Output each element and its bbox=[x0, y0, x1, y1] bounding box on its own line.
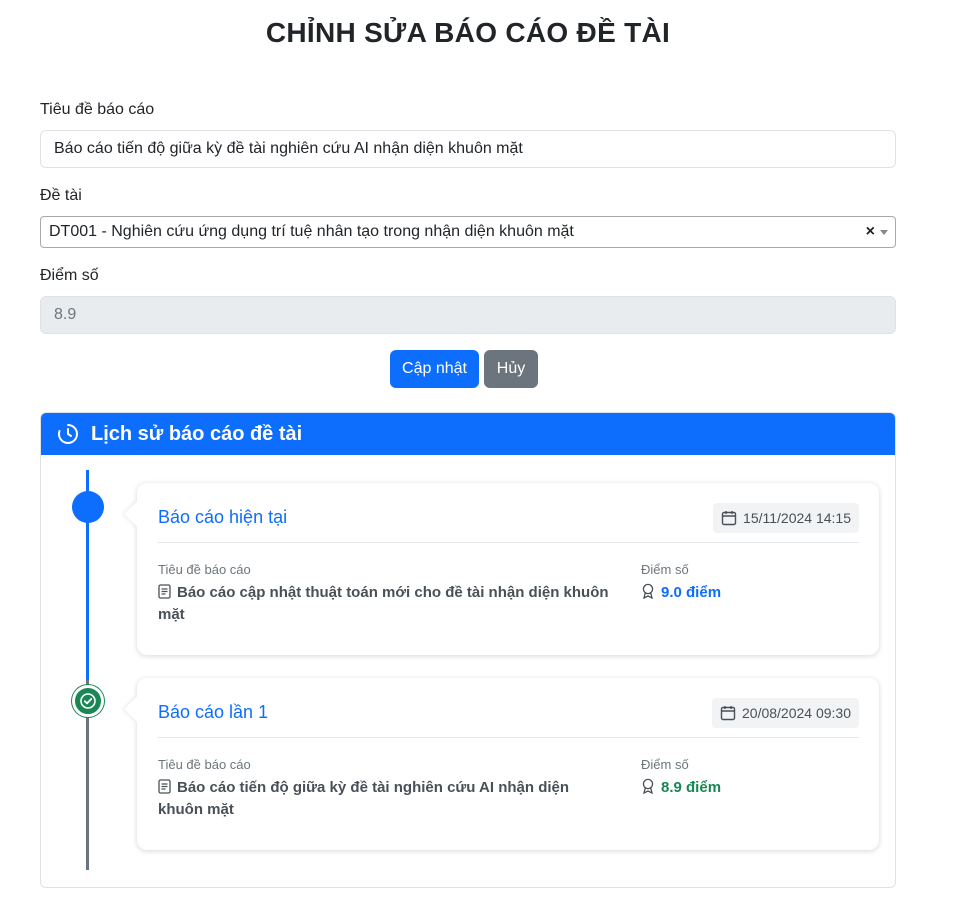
entry-date: 15/11/2024 14:15 bbox=[743, 510, 851, 526]
award-icon bbox=[642, 583, 654, 599]
topic-label: Đề tài bbox=[40, 187, 82, 204]
cancel-button[interactable]: Hủy bbox=[484, 350, 538, 388]
page-title: CHỈNH SỬA BÁO CÁO ĐỀ TÀI bbox=[265, 17, 671, 48]
calendar-icon bbox=[720, 706, 736, 721]
clear-icon[interactable]: × bbox=[866, 217, 875, 247]
report-title-input[interactable]: Báo cáo tiến độ giữa kỳ đề tài nghiên cứ… bbox=[40, 130, 896, 168]
topic-selected-value: DT001 - Nghiên cứu ứng dụng trí tuệ nhân… bbox=[49, 223, 574, 240]
document-icon bbox=[158, 584, 171, 599]
score-label: Điểm số bbox=[40, 267, 99, 284]
title-label: Tiêu đề báo cáo bbox=[40, 101, 155, 118]
report-title-label: Tiêu đề báo cáo bbox=[158, 757, 251, 772]
dropdown-arrow-icon[interactable] bbox=[880, 230, 888, 235]
entry-title: Báo cáo lần 1 bbox=[158, 702, 269, 722]
history-title: Lịch sử báo cáo đề tài bbox=[91, 423, 303, 445]
update-button[interactable]: Cập nhật bbox=[390, 350, 479, 388]
score-label: Điểm số bbox=[641, 757, 689, 772]
score-input: 8.9 bbox=[40, 296, 896, 334]
timeline-marker-current bbox=[72, 491, 104, 523]
entry-score: 9.0 điểm bbox=[641, 582, 721, 604]
check-icon bbox=[80, 693, 96, 709]
entry-divider bbox=[158, 737, 859, 738]
score-label: Điểm số bbox=[641, 562, 689, 577]
award-icon bbox=[642, 778, 654, 794]
entry-date: 20/08/2024 09:30 bbox=[742, 705, 851, 721]
date-badge: 15/11/2024 14:15 bbox=[713, 503, 859, 533]
entry-score: 8.9 điểm bbox=[641, 777, 721, 799]
entry-title: Báo cáo hiện tại bbox=[158, 507, 288, 527]
report-title-label: Tiêu đề báo cáo bbox=[158, 562, 251, 577]
clock-icon bbox=[58, 424, 78, 444]
date-badge: 20/08/2024 09:30 bbox=[712, 698, 859, 728]
entry-divider bbox=[158, 542, 859, 543]
calendar-icon bbox=[721, 511, 737, 526]
report-title: Báo cáo tiến độ giữa kỳ đề tài nghiên cứ… bbox=[158, 779, 570, 818]
topic-select[interactable]: DT001 - Nghiên cứu ứng dụng trí tuệ nhân… bbox=[40, 216, 896, 248]
report-title: Báo cáo cập nhật thuật toán mới cho đề t… bbox=[158, 584, 609, 623]
document-icon bbox=[158, 779, 171, 794]
history-entry: Báo cáo hiện tại 15/11/2024 14:15 Tiêu đ… bbox=[137, 483, 879, 655]
history-entry: Báo cáo lần 1 20/08/2024 09:30 Tiêu đề b… bbox=[137, 678, 879, 850]
timeline-marker-completed bbox=[72, 685, 104, 717]
history-header: Lịch sử báo cáo đề tài bbox=[41, 413, 895, 455]
